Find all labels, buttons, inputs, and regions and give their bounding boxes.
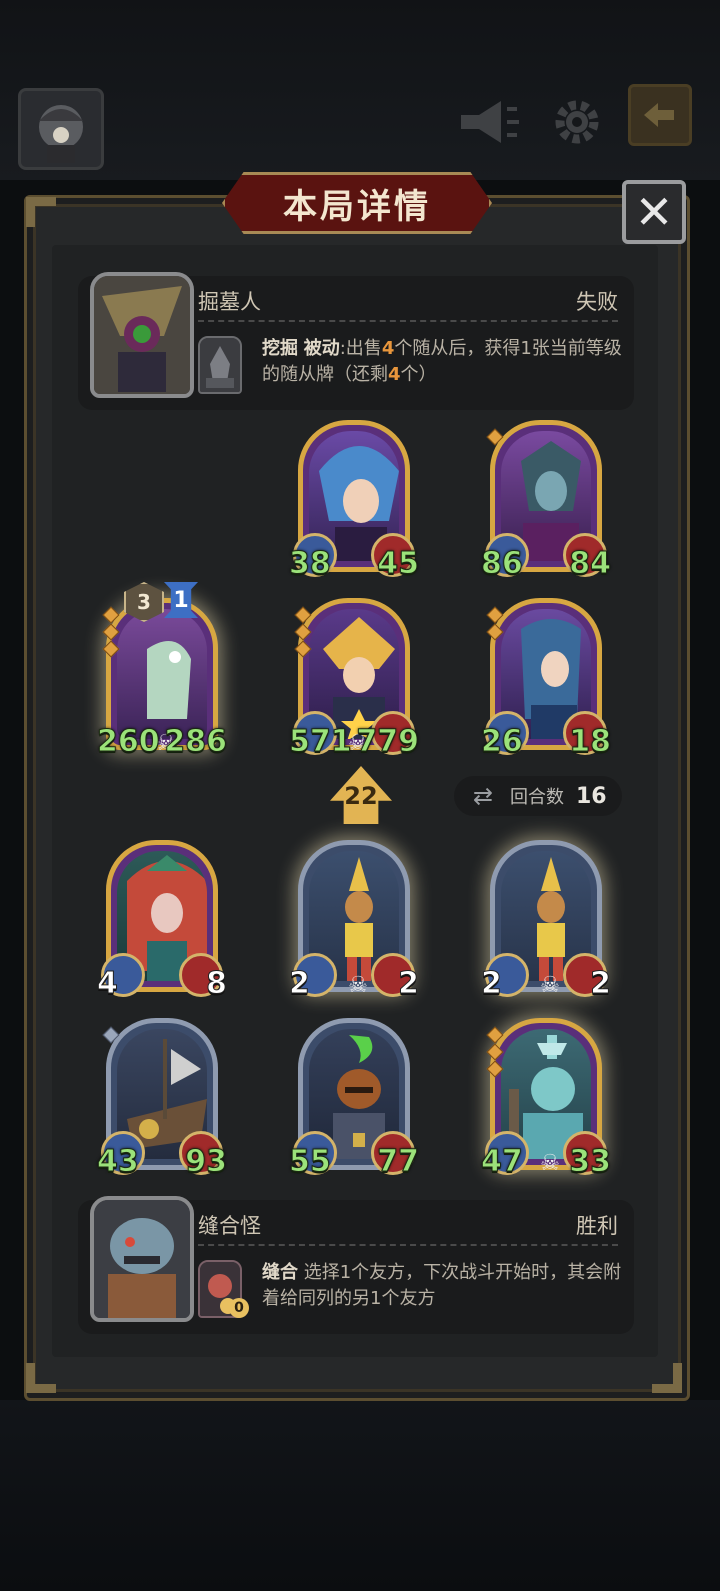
- player-minion-card[interactable]: ☠ 2 2: [481, 840, 611, 1002]
- ability-desc: 选择1个友方，下次战斗开始时，其会附着给同列的另1个友方: [262, 1262, 622, 1309]
- minion-health: 93: [185, 1144, 228, 1180]
- swap-arrows-icon: ⇄: [472, 782, 494, 810]
- minion-attack: 2: [289, 966, 311, 1002]
- minion-attack: 2: [481, 966, 503, 1002]
- minion-health: 779: [356, 724, 420, 760]
- close-icon: ✕: [634, 185, 674, 239]
- ability-name: 挖掘: [262, 338, 298, 359]
- stitched-monster-portrait-icon: [94, 1200, 190, 1318]
- player-name: 缝合怪: [198, 1214, 261, 1238]
- upgrade-pips: [102, 606, 120, 658]
- minion-attack: 26: [481, 724, 524, 760]
- minion-health: 8: [206, 966, 228, 1002]
- player-portrait[interactable]: [90, 1196, 194, 1322]
- opponent-minion-card[interactable]: 86 84: [481, 420, 611, 582]
- ability-number: 4: [381, 338, 395, 359]
- minion-attack: 43: [97, 1144, 140, 1180]
- minion-attack: 571: [289, 724, 353, 760]
- minion-health: 84: [569, 546, 612, 582]
- upgrade-pips: [486, 606, 504, 641]
- deathrattle-skull-icon: ☠: [348, 973, 368, 998]
- minion-attack: 55: [289, 1144, 332, 1180]
- ability-desc: 个）: [400, 364, 437, 385]
- panel-title-banner: 本局详情: [222, 172, 492, 234]
- player-result: 胜利: [576, 1214, 618, 1238]
- minion-health: 286: [164, 724, 228, 760]
- opponent-minion-card[interactable]: 38 45: [289, 420, 419, 582]
- divider: [198, 1244, 618, 1246]
- opponent-portrait[interactable]: [90, 272, 194, 398]
- opponent-minion-card[interactable]: 26 18: [481, 598, 611, 760]
- dig-ability-icon[interactable]: [198, 336, 242, 394]
- minion-health: 18: [569, 724, 612, 760]
- player-minion-card[interactable]: 55 77: [289, 1018, 419, 1180]
- opponent-result: 失败: [576, 290, 618, 314]
- minion-health: 33: [569, 1144, 612, 1180]
- player-ability-text: 缝合 选择1个友方，下次战斗开始时，其会附着给同列的另1个友方: [262, 1260, 622, 1312]
- minion-health: 2: [590, 966, 612, 1002]
- upgrade-pips: [102, 1026, 120, 1044]
- ability-desc: :出售: [339, 338, 382, 359]
- upgrade-pips: [486, 428, 504, 446]
- opponent-hero-card: 掘墓人 失败 挖掘 被动:出售4个随从后，获得1张当前等级的随从牌（还剩4个）: [78, 272, 634, 410]
- tavern-tier: 22: [344, 782, 378, 810]
- deathrattle-skull-icon: ☠: [540, 973, 560, 998]
- top-background: [0, 0, 720, 180]
- minion-attack: 4: [97, 966, 119, 1002]
- player-minion-card[interactable]: 43 93: [97, 1018, 227, 1180]
- minion-health: 2: [398, 966, 420, 1002]
- gear-icon[interactable]: [544, 92, 610, 152]
- deathrattle-skull-icon: ☠: [540, 1151, 560, 1176]
- ability-type: 被动: [303, 338, 340, 359]
- player-minion-card[interactable]: 4 8: [97, 840, 227, 1002]
- minion-attack: 86: [481, 546, 524, 582]
- minion-health: 45: [377, 546, 420, 582]
- minion-attack: 47: [481, 1144, 524, 1180]
- upgrade-pips: [294, 606, 312, 658]
- turn-counter: ⇄ 回合数 16: [454, 776, 622, 816]
- panel-title: 本局详情: [283, 186, 431, 227]
- player-avatar[interactable]: [18, 88, 104, 170]
- turn-number: 16: [576, 783, 607, 809]
- player-minion-card[interactable]: ☠ 47 33: [481, 1018, 611, 1180]
- minion-art: [117, 609, 207, 739]
- ability-number: 4: [388, 364, 401, 385]
- player-avatar-icon: [39, 105, 83, 163]
- opponent-minion-card[interactable]: ☠ 260 286: [97, 598, 227, 760]
- divider: [198, 320, 618, 322]
- player-hero-card: 缝合怪 胜利 0 缝合 选择1个友方，下次战斗开始时，其会附着给同列的另1个友方: [78, 1196, 634, 1334]
- minion-attack: 38: [289, 546, 332, 582]
- megaphone-icon[interactable]: [456, 92, 522, 152]
- ability-counter: 0: [229, 1298, 249, 1318]
- ability-name: 缝合: [262, 1262, 298, 1283]
- minion-health: 77: [377, 1144, 420, 1180]
- turn-label: 回合数: [510, 787, 564, 808]
- gravedigger-portrait-icon: [94, 276, 190, 394]
- close-button[interactable]: ✕: [622, 180, 686, 244]
- opponent-minion-card[interactable]: ☠ 571 779: [289, 598, 419, 760]
- minion-attack: 260: [97, 724, 161, 760]
- upgrade-pips: [486, 1026, 504, 1078]
- opponent-ability-text: 挖掘 被动:出售4个随从后，获得1张当前等级的随从牌（还剩4个）: [262, 336, 622, 388]
- bottom-background: [0, 1400, 720, 1591]
- player-minion-card[interactable]: ☠ 2 2: [289, 840, 419, 1002]
- opponent-name: 掘墓人: [198, 290, 261, 314]
- exit-door-icon[interactable]: [628, 84, 692, 146]
